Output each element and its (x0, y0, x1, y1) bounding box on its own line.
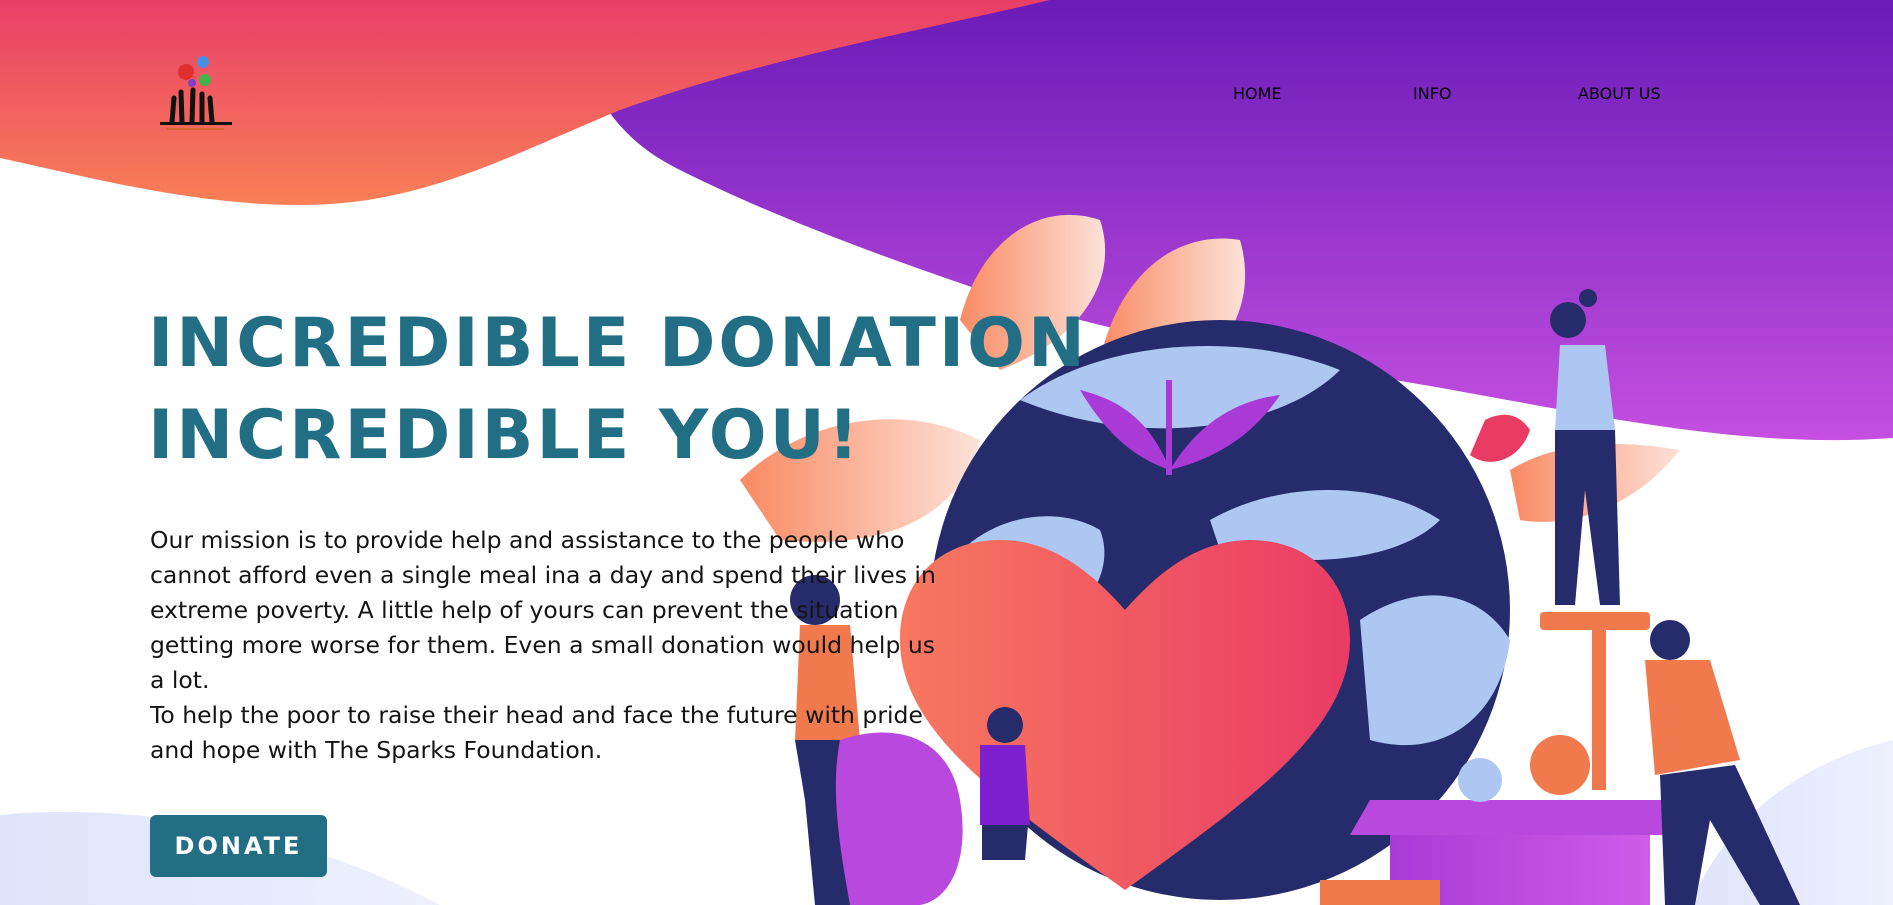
donate-button[interactable]: DONATE (150, 815, 327, 877)
nav-about-us[interactable]: ABOUT US (1578, 84, 1661, 103)
mission-paragraph-2: To help the poor to raise their head and… (150, 701, 923, 764)
hero-title-line1: INCREDIBLE DONATION (148, 304, 1088, 383)
mission-text: Our mission is to provide help and assis… (150, 523, 940, 768)
logo-icon[interactable] (150, 50, 240, 135)
mission-paragraph-1: Our mission is to provide help and assis… (150, 526, 936, 694)
hero-title: INCREDIBLE DONATION INCREDIBLE YOU! (148, 298, 1088, 482)
nav-home[interactable]: HOME (1233, 84, 1282, 103)
hero-title-line2: INCREDIBLE YOU! (148, 396, 862, 475)
nav-info[interactable]: INFO (1413, 84, 1451, 103)
